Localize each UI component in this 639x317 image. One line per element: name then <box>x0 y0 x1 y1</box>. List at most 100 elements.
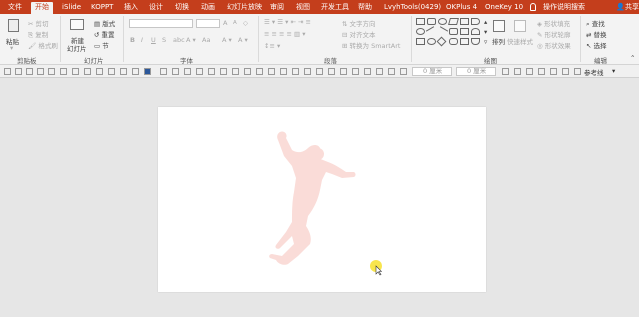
brace-shape-icon[interactable] <box>460 38 469 45</box>
shrink-font-icon[interactable]: A <box>233 20 237 26</box>
grow-font-icon[interactable]: A <box>223 19 227 27</box>
toolbar-icon[interactable] <box>562 68 569 75</box>
toolbar-icon[interactable] <box>280 68 287 75</box>
toolbar-icon[interactable] <box>196 68 203 75</box>
toolbar-icon[interactable] <box>550 68 557 75</box>
toolbar-icon[interactable] <box>388 68 395 75</box>
format-painter-button[interactable]: 🖌 格式刷 <box>28 40 58 50</box>
toolbar-icon[interactable] <box>352 68 359 75</box>
shape-effects-button[interactable]: ◎ 形状效果 <box>537 40 571 50</box>
toolbar-icon[interactable] <box>120 68 127 75</box>
toolbar-icon[interactable] <box>316 68 323 75</box>
toolbar-icon[interactable] <box>172 68 179 75</box>
tab-view[interactable]: 视图 <box>296 2 310 14</box>
tab-review[interactable]: 审阅 <box>270 2 284 14</box>
ellipse-shape-icon[interactable] <box>427 38 436 45</box>
arrange-label[interactable]: 排列 <box>492 36 505 46</box>
tab-koppt[interactable]: KOPPT <box>91 2 113 14</box>
underline-button[interactable]: U <box>151 36 156 44</box>
arrange-icon[interactable] <box>493 20 505 32</box>
copy-button[interactable]: ⎘ 复制 <box>28 29 48 40</box>
paste-icon[interactable] <box>8 19 19 32</box>
cut-button[interactable]: ✂ 剪切 <box>28 18 49 28</box>
arc-shape-icon[interactable] <box>471 28 480 35</box>
gallery-scroll-down-icon[interactable]: ▾ <box>484 28 487 36</box>
toolbar-icon[interactable] <box>4 68 11 75</box>
toolbar-icon[interactable] <box>292 68 299 75</box>
new-slide-label-2[interactable]: 幻灯片 <box>67 43 87 53</box>
replace-button[interactable]: ⇄ 替换 <box>586 29 607 39</box>
toolbar-icon[interactable] <box>304 68 311 75</box>
new-slide-icon[interactable] <box>70 19 84 30</box>
font-name-combo[interactable] <box>129 19 193 28</box>
quick-styles-label[interactable]: 快速样式 <box>507 36 533 46</box>
circle-shape-icon[interactable] <box>416 28 425 35</box>
text-direction-button[interactable]: ⇅ 文字方向 <box>342 18 376 28</box>
bold-button[interactable]: B <box>130 36 135 44</box>
tab-onekey[interactable]: OneKey 10 <box>485 2 523 14</box>
toolbar-icon[interactable] <box>340 68 347 75</box>
tab-help[interactable]: 帮助 <box>358 2 372 14</box>
toolbar-icon[interactable] <box>244 68 251 75</box>
toolbar-dropdown-icon[interactable]: ▾ <box>612 67 615 75</box>
tab-animations[interactable]: 动画 <box>201 2 215 14</box>
shape-fill-button[interactable]: ◈ 形状填充 <box>537 18 570 28</box>
shape-outline-button[interactable]: ✎ 形状轮廓 <box>537 29 571 39</box>
toolbar-icon[interactable] <box>37 68 44 75</box>
change-case-button[interactable]: Aa <box>202 36 210 44</box>
square-shape-icon[interactable] <box>416 38 425 45</box>
toolbar-icon[interactable] <box>376 68 383 75</box>
toolbar-icon[interactable] <box>184 68 191 75</box>
toolbar-icon[interactable] <box>26 68 33 75</box>
italic-button[interactable]: I <box>141 36 143 44</box>
tab-home[interactable]: 开始 <box>31 2 53 14</box>
smartart-button[interactable]: ⊞ 转换为 SmartArt <box>342 40 400 50</box>
shape-width-field[interactable]: 0 厘米 <box>412 67 452 76</box>
share-button[interactable]: 👤共享 <box>616 2 639 12</box>
tab-islide[interactable]: iSlide <box>62 2 81 14</box>
quick-styles-icon[interactable] <box>514 20 526 32</box>
toolbar-icon[interactable] <box>108 68 115 75</box>
fill-color-icon[interactable] <box>144 68 151 75</box>
character-spacing-button[interactable]: abc <box>173 36 185 44</box>
shape-height-field[interactable]: 0 厘米 <box>456 67 496 76</box>
toolbar-icon[interactable] <box>160 68 167 75</box>
line-spacing-button[interactable]: ↕≡ ▾ <box>264 42 280 50</box>
parallelogram-shape-icon[interactable] <box>448 18 459 25</box>
toolbar-icon[interactable] <box>60 68 67 75</box>
font-size-combo[interactable] <box>196 19 220 28</box>
toolbar-icon[interactable] <box>208 68 215 75</box>
tab-transitions[interactable]: 切换 <box>175 2 189 14</box>
layout-button[interactable]: ▤ 版式 <box>94 18 115 28</box>
tab-lvyhtools[interactable]: LvyhTools(0429) <box>384 2 441 14</box>
checkbox-icon[interactable] <box>574 68 581 75</box>
toolbar-icon[interactable] <box>400 68 407 75</box>
toolbar-icon[interactable] <box>48 68 55 75</box>
section-button[interactable]: ▭ 节 <box>94 40 109 50</box>
toolbar-icon[interactable] <box>526 68 533 75</box>
text-effect-button[interactable]: A ▾ <box>238 36 248 44</box>
toolbar-icon[interactable] <box>96 68 103 75</box>
line-shape-icon[interactable] <box>425 26 438 37</box>
clear-format-icon[interactable]: ◇ <box>243 19 248 27</box>
oval-shape-icon[interactable] <box>438 18 447 25</box>
highlight-button[interactable]: A ▾ <box>222 36 232 44</box>
toolbar-icon[interactable] <box>328 68 335 75</box>
toolbar-icon[interactable] <box>502 68 509 75</box>
tab-developer[interactable]: 开发工具 <box>321 2 349 14</box>
tab-slideshow[interactable]: 幻灯片放映 <box>227 2 262 14</box>
toolbar-icon[interactable] <box>132 68 139 75</box>
toolbar-icon[interactable] <box>84 68 91 75</box>
find-button[interactable]: ⌕ 查找 <box>586 18 605 29</box>
star-shape-icon[interactable] <box>449 38 458 45</box>
strikethrough-button[interactable]: S <box>162 36 166 44</box>
textbox-shape-icon[interactable] <box>460 18 469 25</box>
line2-shape-icon[interactable] <box>436 26 449 37</box>
callout-shape-icon[interactable] <box>449 28 458 35</box>
tab-file[interactable]: 文件 <box>8 2 22 14</box>
toolbar-icon[interactable] <box>256 68 263 75</box>
gallery-scroll-up-icon[interactable]: ▴ <box>484 18 487 26</box>
wave-shape-icon[interactable] <box>471 38 480 45</box>
bullets-button[interactable]: ☰ ▾ ☰ ▾ ⇤ ⇥ ≡ <box>264 18 311 26</box>
gallery-more-icon[interactable]: ▿ <box>484 38 487 46</box>
